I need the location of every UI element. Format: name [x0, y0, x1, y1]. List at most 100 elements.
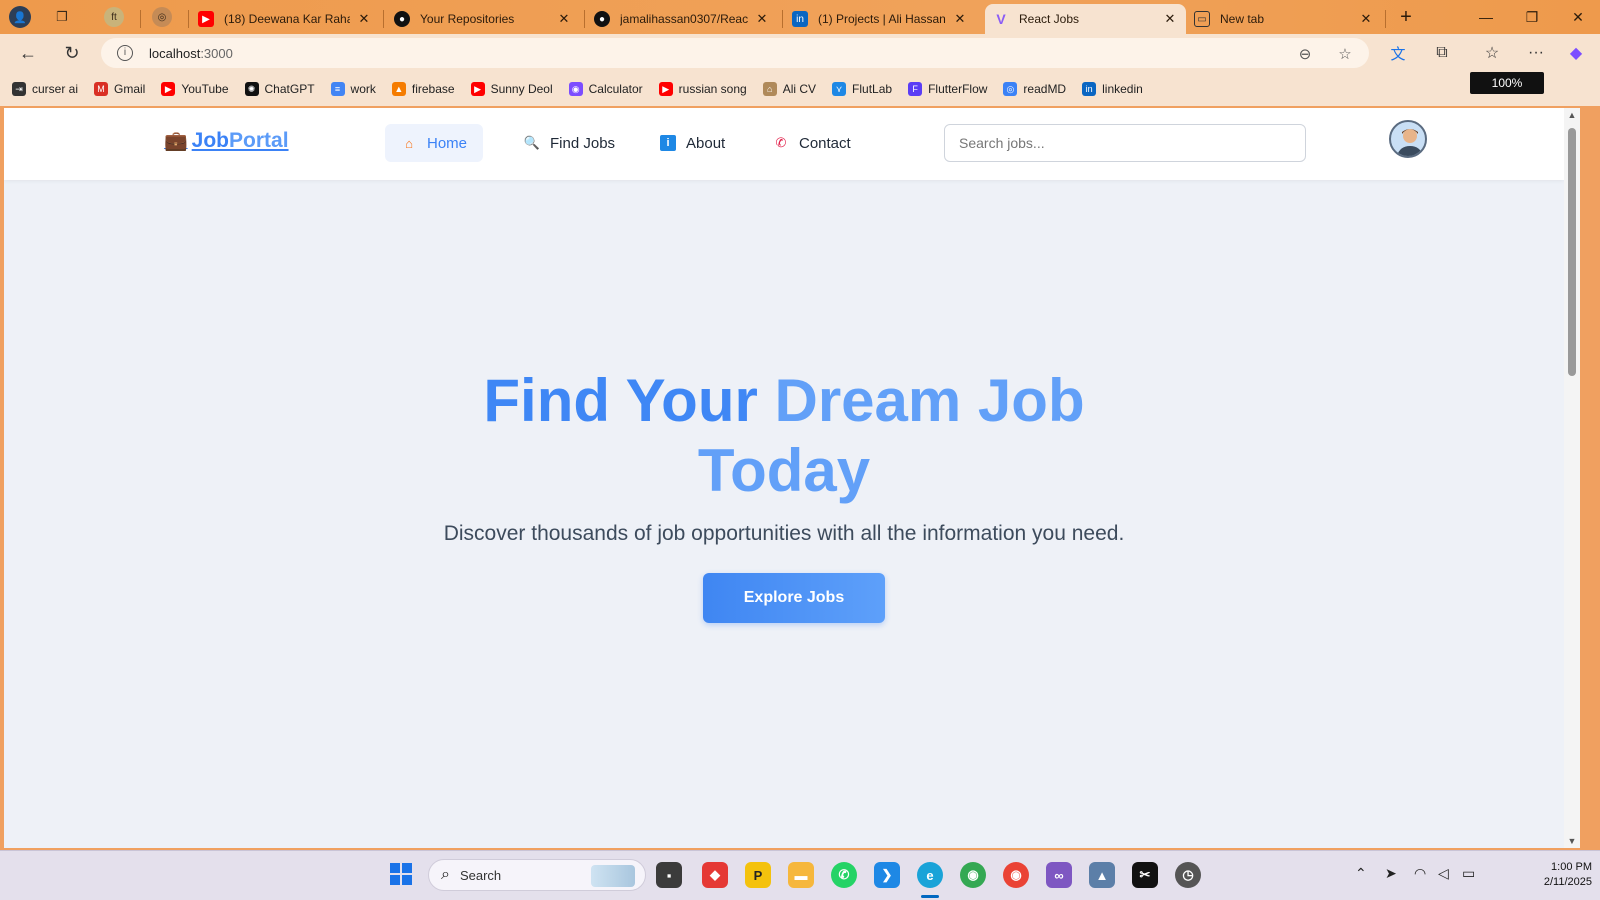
- visual-studio-icon[interactable]: ∞: [1046, 862, 1072, 888]
- new-tab-plus-icon[interactable]: +: [1384, 0, 1428, 34]
- windows-start-icon[interactable]: [390, 863, 412, 885]
- close-icon[interactable]: ✕: [356, 11, 372, 27]
- address-url[interactable]: localhost:3000: [149, 46, 233, 61]
- address-bar[interactable]: i localhost:3000 ⊖ ☆: [101, 38, 1369, 68]
- close-icon[interactable]: ✕: [1162, 11, 1178, 27]
- bookmark-sunny-deol[interactable]: ▶ Sunny Deol: [470, 82, 553, 96]
- nav-about[interactable]: i About: [644, 124, 741, 162]
- more-menu-icon[interactable]: ···: [1522, 39, 1550, 67]
- anydesk-icon[interactable]: ◆: [702, 862, 728, 888]
- pinned-tab-2-icon[interactable]: ◎: [152, 7, 172, 27]
- job-search-input[interactable]: [944, 124, 1306, 162]
- file-explorer-icon[interactable]: ▬: [788, 862, 814, 888]
- tab-title: (1) Projects | Ali Hassan | L: [818, 12, 946, 26]
- profile-avatar-icon[interactable]: 👤: [9, 6, 31, 28]
- github-icon: ●: [594, 11, 610, 27]
- vite-icon: V: [996, 11, 1006, 27]
- minimize-icon[interactable]: —: [1464, 0, 1508, 34]
- bookmark-work[interactable]: ≡ work: [330, 82, 376, 96]
- copilot-icon[interactable]: ◆: [1562, 39, 1590, 67]
- back-arrow-icon[interactable]: ←: [14, 39, 42, 67]
- tab-new-tab[interactable]: ▭ New tab ✕: [1186, 4, 1382, 34]
- bookmark-youtube[interactable]: ▶ YouTube: [161, 82, 229, 96]
- vscode-icon[interactable]: ❯: [874, 862, 900, 888]
- tab-title: New tab: [1220, 12, 1265, 26]
- zoom-out-icon[interactable]: ⊖: [1295, 44, 1315, 64]
- bookmark-russian-song[interactable]: ▶ russian song: [658, 82, 747, 96]
- reload-icon[interactable]: ↻: [58, 39, 86, 67]
- chevron-up-icon[interactable]: ⌃: [1355, 865, 1367, 882]
- site-info-icon[interactable]: i: [117, 45, 133, 61]
- user-avatar[interactable]: [1389, 120, 1427, 158]
- translate-icon[interactable]: 文: [1384, 39, 1412, 67]
- bookmark-gmail[interactable]: M Gmail: [94, 82, 145, 96]
- bookmark-ali-cv[interactable]: ⌂ Ali CV: [762, 82, 817, 96]
- nav-find-jobs[interactable]: 🔍 Find Jobs: [508, 124, 631, 162]
- favorites-icon[interactable]: ☆: [1478, 39, 1506, 67]
- bookmarks-bar: ⇥ curser ai M Gmail ▶ YouTube ✺ ChatGPT ≡ work ▲ fi…: [0, 72, 1600, 106]
- taskview-icon[interactable]: ▪: [656, 862, 682, 888]
- whatsapp-icon[interactable]: ✆: [831, 862, 857, 888]
- github-icon: ●: [394, 11, 410, 27]
- tab-title: (18) Deewana Kar Raha H: [224, 12, 350, 26]
- tab-github-repositories[interactable]: ● Your Repositories ✕: [386, 4, 580, 34]
- close-icon[interactable]: ✕: [754, 11, 770, 27]
- explore-jobs-button[interactable]: Explore Jobs: [703, 573, 885, 623]
- workspaces-icon[interactable]: ❐: [51, 6, 73, 28]
- location-icon[interactable]: ➤: [1385, 865, 1397, 882]
- tab-react-jobs[interactable]: V React Jobs ✕: [985, 4, 1186, 34]
- bookmark-label: Sunny Deol: [490, 82, 553, 96]
- bookmark-flutterflow[interactable]: F FlutterFlow: [908, 82, 987, 96]
- bookmark-label: linkedin: [1102, 82, 1143, 96]
- cv-icon: ⌂: [762, 82, 777, 96]
- edge-icon[interactable]: e: [917, 862, 943, 888]
- tab-title: React Jobs: [1019, 12, 1080, 26]
- battery-icon[interactable]: ▭: [1462, 865, 1475, 882]
- bookmark-label: Ali CV: [782, 82, 817, 96]
- favorite-star-icon[interactable]: ☆: [1335, 44, 1355, 64]
- scroll-thumb[interactable]: [1568, 128, 1576, 376]
- tab-linkedin-projects[interactable]: in (1) Projects | Ali Hassan | L ✕: [784, 4, 976, 34]
- window-close-icon[interactable]: ✕: [1556, 0, 1600, 34]
- home-icon: ⌂: [405, 135, 413, 151]
- clock-app-icon[interactable]: ◷: [1175, 862, 1201, 888]
- capcut-icon[interactable]: ✂: [1132, 862, 1158, 888]
- chrome-icon[interactable]: ◉: [960, 862, 986, 888]
- page-scrollbar[interactable]: ▲ ▼: [1564, 108, 1580, 848]
- pinned-tab-1-icon[interactable]: ft: [104, 7, 124, 27]
- close-icon[interactable]: ✕: [556, 11, 572, 27]
- tab-github-react-jobs[interactable]: ● jamalihassan0307/React-J ✕: [586, 4, 778, 34]
- resource-monitor-icon[interactable]: ▲: [1089, 862, 1115, 888]
- system-clock[interactable]: 1:00 PM 2/11/2025: [1522, 860, 1592, 890]
- site-logo[interactable]: 💼 Job Portal: [164, 129, 289, 153]
- close-icon[interactable]: ✕: [952, 11, 968, 27]
- bookmark-firebase[interactable]: ▲ firebase: [391, 82, 455, 96]
- close-icon[interactable]: ✕: [1358, 11, 1374, 27]
- cursor-icon: ⇥: [12, 82, 26, 96]
- nav-contact[interactable]: ✆ Contact: [757, 124, 867, 162]
- restore-icon[interactable]: ❐: [1510, 0, 1554, 34]
- scroll-up-arrow-icon[interactable]: ▲: [1567, 110, 1577, 120]
- bookmark-chatgpt[interactable]: ✺ ChatGPT: [244, 82, 315, 96]
- logo-text-portal: Portal: [229, 129, 289, 152]
- bookmark-calculator[interactable]: ◉ Calculator: [568, 82, 643, 96]
- bookmark-label: ChatGPT: [264, 82, 315, 96]
- bookmark-label: FlutLab: [852, 82, 893, 96]
- scroll-down-arrow-icon[interactable]: ▼: [1567, 836, 1577, 846]
- volume-icon[interactable]: ◁: [1438, 865, 1449, 882]
- taskbar-search[interactable]: ⌕ Search: [428, 859, 646, 891]
- chat-app-icon[interactable]: P: [745, 862, 771, 888]
- extensions-icon[interactable]: ⧉: [1428, 39, 1456, 67]
- bookmark-curser-ai[interactable]: ⇥ curser ai: [12, 82, 78, 96]
- magnifier-icon: 🔍: [523, 135, 541, 150]
- bookmark-readmd[interactable]: ◎ readMD: [1003, 82, 1066, 96]
- nav-home[interactable]: ⌂ Home: [385, 124, 484, 162]
- site-navbar: 💼 Job Portal ⌂ Home 🔍 Find Jobs i About ✆…: [4, 108, 1564, 180]
- wifi-icon[interactable]: ◠: [1414, 865, 1426, 882]
- hero-subtitle: Discover thousands of job opportunities …: [443, 522, 1125, 545]
- tab-strip: 👤 ❐ ft ◎ ▶ (18) Deewana Kar Raha H ✕ ● Y…: [0, 0, 1600, 34]
- bookmark-flutlab[interactable]: ⋎ FlutLab: [832, 82, 892, 96]
- chrome-profile-icon[interactable]: ◉: [1003, 862, 1029, 888]
- bookmark-linkedin[interactable]: in linkedin: [1082, 82, 1143, 96]
- tab-youtube-song[interactable]: ▶ (18) Deewana Kar Raha H ✕: [190, 4, 380, 34]
